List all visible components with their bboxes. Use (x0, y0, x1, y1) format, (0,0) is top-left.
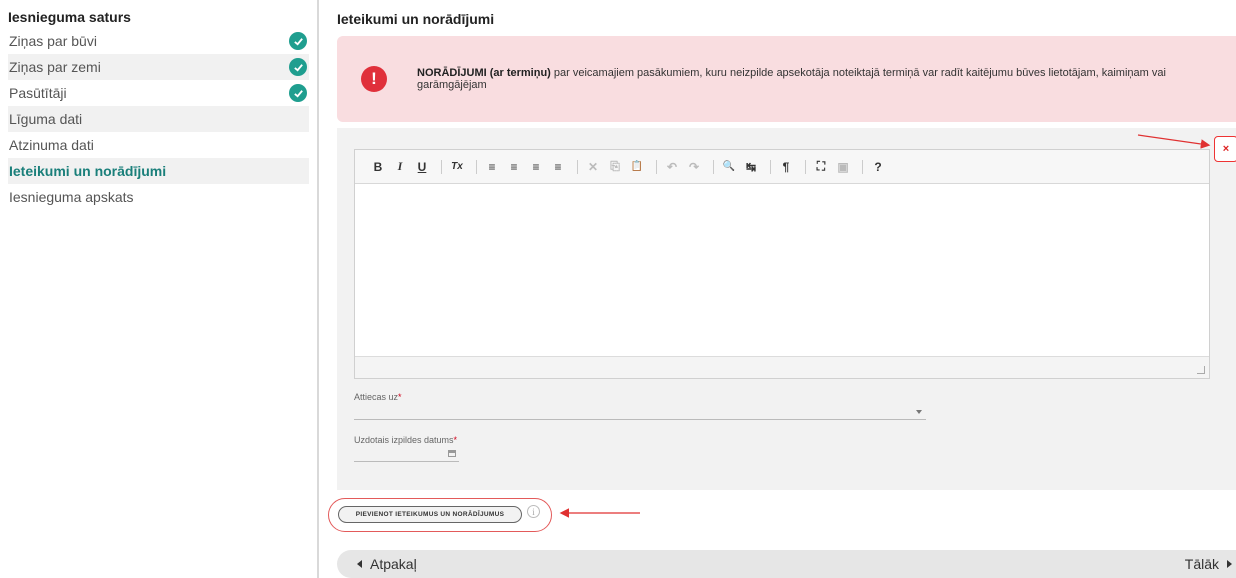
required-mark: * (398, 392, 402, 402)
sidebar-list: Ziņas par būvi Ziņas par zemi Pasūtītāji… (8, 28, 309, 210)
caret-right-icon (1227, 560, 1232, 568)
editor-toolbar: B I U Tx ≡ ≡ ≡ ≡ ✕ ⎘ 📋 ↶ ↷ 🔍 ↹ ¶ ⛶ ▣ ? (355, 150, 1209, 184)
paste-button[interactable]: 📋 (628, 161, 646, 172)
sidebar-item-label: Iesnieguma apskats (9, 189, 134, 205)
sidebar-item-zeme[interactable]: Ziņas par zemi (8, 54, 309, 80)
sidebar-item-label: Pasūtītāji (9, 85, 67, 101)
navigation-bar: Atpakaļ Tālāk (337, 550, 1236, 578)
toolbar-separator (770, 159, 771, 174)
due-date-label-text: Uzdotais izpildes datums (354, 435, 454, 445)
toolbar-separator (441, 159, 442, 174)
chevron-down-icon (916, 410, 922, 414)
toolbar-separator (713, 159, 714, 174)
alert-text: NORĀDĪJUMI (ar termiņu) par veicamajiem … (417, 67, 1207, 91)
replace-button[interactable]: ↹ (742, 160, 760, 174)
caret-left-icon (357, 560, 362, 568)
align-left-button[interactable]: ≡ (483, 160, 501, 174)
next-button[interactable]: Tālāk (1185, 556, 1232, 572)
info-icon[interactable]: i (527, 505, 540, 518)
close-button[interactable]: × (1214, 136, 1236, 162)
check-icon (289, 58, 307, 76)
sidebar-item-label: Ziņas par būvi (9, 33, 97, 49)
sidebar-item-apskats[interactable]: Iesnieguma apskats (8, 184, 309, 210)
editor-status-bar (355, 356, 1209, 378)
recommendation-panel: B I U Tx ≡ ≡ ≡ ≡ ✕ ⎘ 📋 ↶ ↷ 🔍 ↹ ¶ ⛶ ▣ ? A… (337, 128, 1236, 490)
sidebar-item-label: Līguma dati (9, 111, 83, 127)
sidebar-item-liguma-dati[interactable]: Līguma dati (8, 106, 309, 132)
find-button[interactable]: 🔍 (720, 161, 738, 172)
cut-button[interactable]: ✕ (584, 160, 602, 174)
page-title: Ieteikumi un norādījumi (337, 11, 495, 27)
back-button[interactable]: Atpakaļ (357, 556, 417, 572)
editor-text-area[interactable] (355, 185, 1209, 357)
sidebar-divider (317, 0, 319, 578)
toolbar-separator (656, 159, 657, 174)
help-button[interactable]: ? (869, 160, 887, 174)
applies-to-label-text: Attiecas uz (354, 392, 399, 402)
italic-button[interactable]: I (391, 159, 409, 174)
rich-text-editor: B I U Tx ≡ ≡ ≡ ≡ ✕ ⎘ 📋 ↶ ↷ 🔍 ↹ ¶ ⛶ ▣ ? (354, 149, 1210, 379)
applies-to-label: Attiecas uz* (354, 392, 402, 402)
resize-grip-icon[interactable] (1197, 366, 1205, 374)
add-recommendations-button[interactable]: PIEVIENOT IETEIKUMUS UN NORĀDĪJUMUS (338, 506, 522, 523)
toolbar-separator (805, 159, 806, 174)
next-label: Tālāk (1184, 556, 1219, 572)
show-blocks-button[interactable]: ¶ (777, 160, 795, 174)
check-icon (289, 32, 307, 50)
required-mark: * (453, 435, 458, 445)
exclamation-icon: ! (361, 66, 387, 92)
toolbar-separator (862, 159, 863, 174)
undo-button[interactable]: ↶ (663, 160, 681, 174)
align-justify-button[interactable]: ≡ (549, 160, 567, 174)
sidebar: Iesnieguma saturs Ziņas par būvi Ziņas p… (0, 0, 318, 578)
sidebar-item-buve[interactable]: Ziņas par būvi (8, 28, 309, 54)
sidebar-title: Iesnieguma saturs (8, 9, 131, 25)
warning-alert: ! NORĀDĪJUMI (ar termiņu) par veicamajie… (337, 36, 1236, 122)
check-icon (289, 84, 307, 102)
sidebar-item-atzinuma-dati[interactable]: Atzinuma dati (8, 132, 309, 158)
sidebar-item-label: Ieteikumi un norādījumi (9, 163, 167, 179)
toolbar-separator (577, 159, 578, 174)
maximize-button[interactable]: ⛶ (812, 159, 830, 174)
applies-to-select[interactable] (354, 404, 926, 420)
due-date-input[interactable] (354, 448, 459, 462)
source-button[interactable]: ▣ (834, 160, 852, 174)
clear-format-button[interactable]: Tx (448, 161, 466, 172)
align-right-button[interactable]: ≡ (527, 160, 545, 174)
alert-bold-text: NORĀDĪJUMI (ar termiņu) (417, 67, 551, 79)
back-label: Atpakaļ (370, 556, 417, 572)
due-date-label: Uzdotais izpildes datums* (354, 435, 457, 445)
calendar-icon[interactable] (448, 450, 456, 457)
redo-button[interactable]: ↷ (685, 160, 703, 174)
sidebar-item-pasutitaji[interactable]: Pasūtītāji (8, 80, 309, 106)
bold-button[interactable]: B (369, 160, 387, 174)
sidebar-item-ieteikumi[interactable]: Ieteikumi un norādījumi (8, 158, 309, 184)
sidebar-item-label: Ziņas par zemi (9, 59, 101, 75)
align-center-button[interactable]: ≡ (505, 160, 523, 174)
copy-button[interactable]: ⎘ (606, 159, 624, 174)
sidebar-item-label: Atzinuma dati (9, 137, 94, 153)
underline-button[interactable]: U (413, 160, 431, 174)
toolbar-separator (476, 159, 477, 174)
